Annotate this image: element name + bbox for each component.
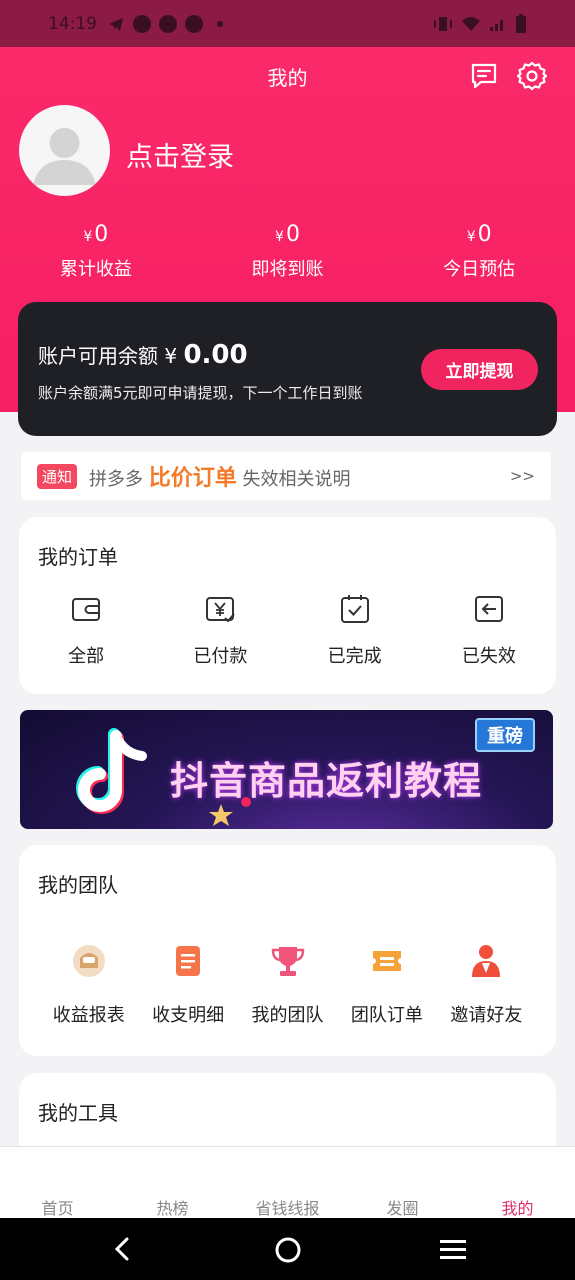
order-label: 已完成 <box>327 646 382 667</box>
default-avatar-icon <box>33 128 96 185</box>
team-label: 我的团队 <box>251 1005 324 1026</box>
system-navigation-bar <box>0 1218 575 1280</box>
message-icon[interactable] <box>469 61 499 91</box>
stat-label: 今日预估 <box>443 259 516 280</box>
withdraw-button[interactable]: 立即提现 <box>421 349 538 390</box>
team-income-report[interactable]: 收益报表 <box>39 943 138 1027</box>
tiktok-logo-icon <box>76 728 147 814</box>
banner-badge: 重磅 <box>475 718 535 752</box>
status-bar: 14:19 <box>0 0 575 47</box>
notice-pre: 拼多多 <box>89 469 144 490</box>
done-icon <box>340 595 369 623</box>
order-all[interactable]: 全部 <box>19 592 153 668</box>
balance-note: 账户余额满5元即可申请提现，下一个工作日到账 <box>38 384 363 402</box>
order-expired[interactable]: 已失效 <box>422 592 556 668</box>
promo-banner[interactable]: 抖音商品返利教程 重磅 <box>20 710 553 829</box>
back-icon[interactable] <box>110 1236 134 1262</box>
stat-value: 0 <box>94 222 109 247</box>
team-label: 邀请好友 <box>450 1005 523 1026</box>
team-orders[interactable]: 团队订单 <box>337 943 436 1027</box>
section-title: 我的订单 <box>38 545 118 569</box>
status-system-icons <box>433 13 527 34</box>
app-notification-icon <box>133 14 151 33</box>
signal-icon <box>490 19 503 31</box>
order-completed[interactable]: 已完成 <box>288 592 422 668</box>
notice-post: 失效相关说明 <box>242 469 351 490</box>
expired-icon <box>474 596 503 622</box>
tab-share[interactable]: 发圈 <box>345 1147 460 1218</box>
avatar[interactable] <box>19 105 110 196</box>
battery-icon <box>516 13 526 33</box>
order-paid[interactable]: 已付款 <box>153 592 287 668</box>
bottom-tab-bar: 首页 热榜 省钱线报 发圈 我的 <box>0 1146 575 1218</box>
team-my-team[interactable]: 我的团队 <box>238 943 337 1027</box>
team-label: 收支明细 <box>152 1005 225 1026</box>
stat-value: 0 <box>285 222 300 247</box>
banner-title: 抖音商品返利教程 <box>170 759 483 803</box>
star-icon <box>209 804 233 826</box>
recents-menu-icon[interactable] <box>439 1238 467 1262</box>
status-notification-icons <box>107 14 223 33</box>
more-notifications-icon <box>217 20 223 27</box>
earnings-stats: ¥0 累计收益 ¥0 即将到账 ¥0 今日预估 <box>0 222 575 281</box>
order-label: 全部 <box>68 646 105 667</box>
notice-more-arrow[interactable]: >> <box>510 467 535 485</box>
team-invite[interactable]: 邀请好友 <box>437 943 536 1027</box>
tab-hot-list[interactable]: 热榜 <box>115 1147 230 1218</box>
stat-value: 0 <box>477 222 492 247</box>
stat-label: 即将到账 <box>251 259 324 280</box>
my-orders-card: 我的订单 全部 已付款 已完成 已失效 <box>19 517 556 694</box>
ticket-icon <box>372 951 401 971</box>
balance-card: 账户可用余额 ¥ 0.00 账户余额满5元即可申请提现，下一个工作日到账 立即提… <box>18 302 557 436</box>
stat-today-estimate[interactable]: ¥0 今日预估 <box>383 222 575 281</box>
gear-icon[interactable] <box>516 60 548 92</box>
notice-tag: 通知 <box>37 463 78 489</box>
tab-deals[interactable]: 省钱线报 <box>230 1147 345 1218</box>
app-notification-icon <box>185 14 203 33</box>
order-label: 已付款 <box>193 646 248 667</box>
order-filters: 全部 已付款 已完成 已失效 <box>19 592 556 668</box>
team-shortcuts: 收益报表 收支明细 我的团队 团队订单 邀请好友 <box>19 943 556 1027</box>
trophy-icon <box>271 947 304 976</box>
wallet-icon <box>72 598 101 621</box>
section-title: 我的团队 <box>38 873 118 897</box>
notice-text: 拼多多 比价订单 失效相关说明 <box>89 460 350 492</box>
team-label: 收益报表 <box>52 1005 125 1026</box>
order-label: 已失效 <box>461 646 516 667</box>
team-label: 团队订单 <box>350 1005 423 1026</box>
notice-bar[interactable]: 通知 拼多多 比价订单 失效相关说明 >> <box>21 452 551 500</box>
carousel-indicator-dot <box>241 797 251 807</box>
currency-symbol: ¥ <box>275 229 284 245</box>
stat-pending[interactable]: ¥0 即将到账 <box>192 222 384 281</box>
balance-line: 账户可用余额 ¥ 0.00 <box>38 340 248 370</box>
currency-symbol: ¥ <box>466 229 476 245</box>
app-notification-icon <box>159 14 177 33</box>
notice-highlight: 比价订单 <box>148 466 237 491</box>
tab-mine[interactable]: 我的 <box>460 1147 575 1218</box>
section-title: 我的工具 <box>38 1101 118 1125</box>
wifi-icon <box>462 16 480 31</box>
telegram-icon <box>109 17 123 31</box>
yuan-check-icon <box>206 597 236 623</box>
stat-total-earnings[interactable]: ¥0 累计收益 <box>0 222 192 281</box>
detail-icon <box>176 946 201 976</box>
my-team-card: 我的团队 收益报表 收支明细 我的团队 团队订单 邀请好友 <box>19 845 556 1056</box>
tab-home[interactable]: 首页 <box>0 1147 115 1218</box>
income-report-icon <box>72 945 105 977</box>
balance-amount: 0.00 <box>183 340 248 370</box>
vibrate-icon <box>434 16 452 31</box>
home-icon[interactable] <box>274 1236 302 1264</box>
currency-symbol: ¥ <box>83 229 93 245</box>
team-detail[interactable]: 收支明细 <box>138 943 237 1027</box>
login-link[interactable]: 点击登录 <box>126 135 234 174</box>
stat-label: 累计收益 <box>59 259 132 280</box>
status-time: 14:19 <box>48 13 97 34</box>
balance-label: 账户可用余额 ¥ <box>38 344 178 368</box>
invite-icon <box>472 945 501 977</box>
